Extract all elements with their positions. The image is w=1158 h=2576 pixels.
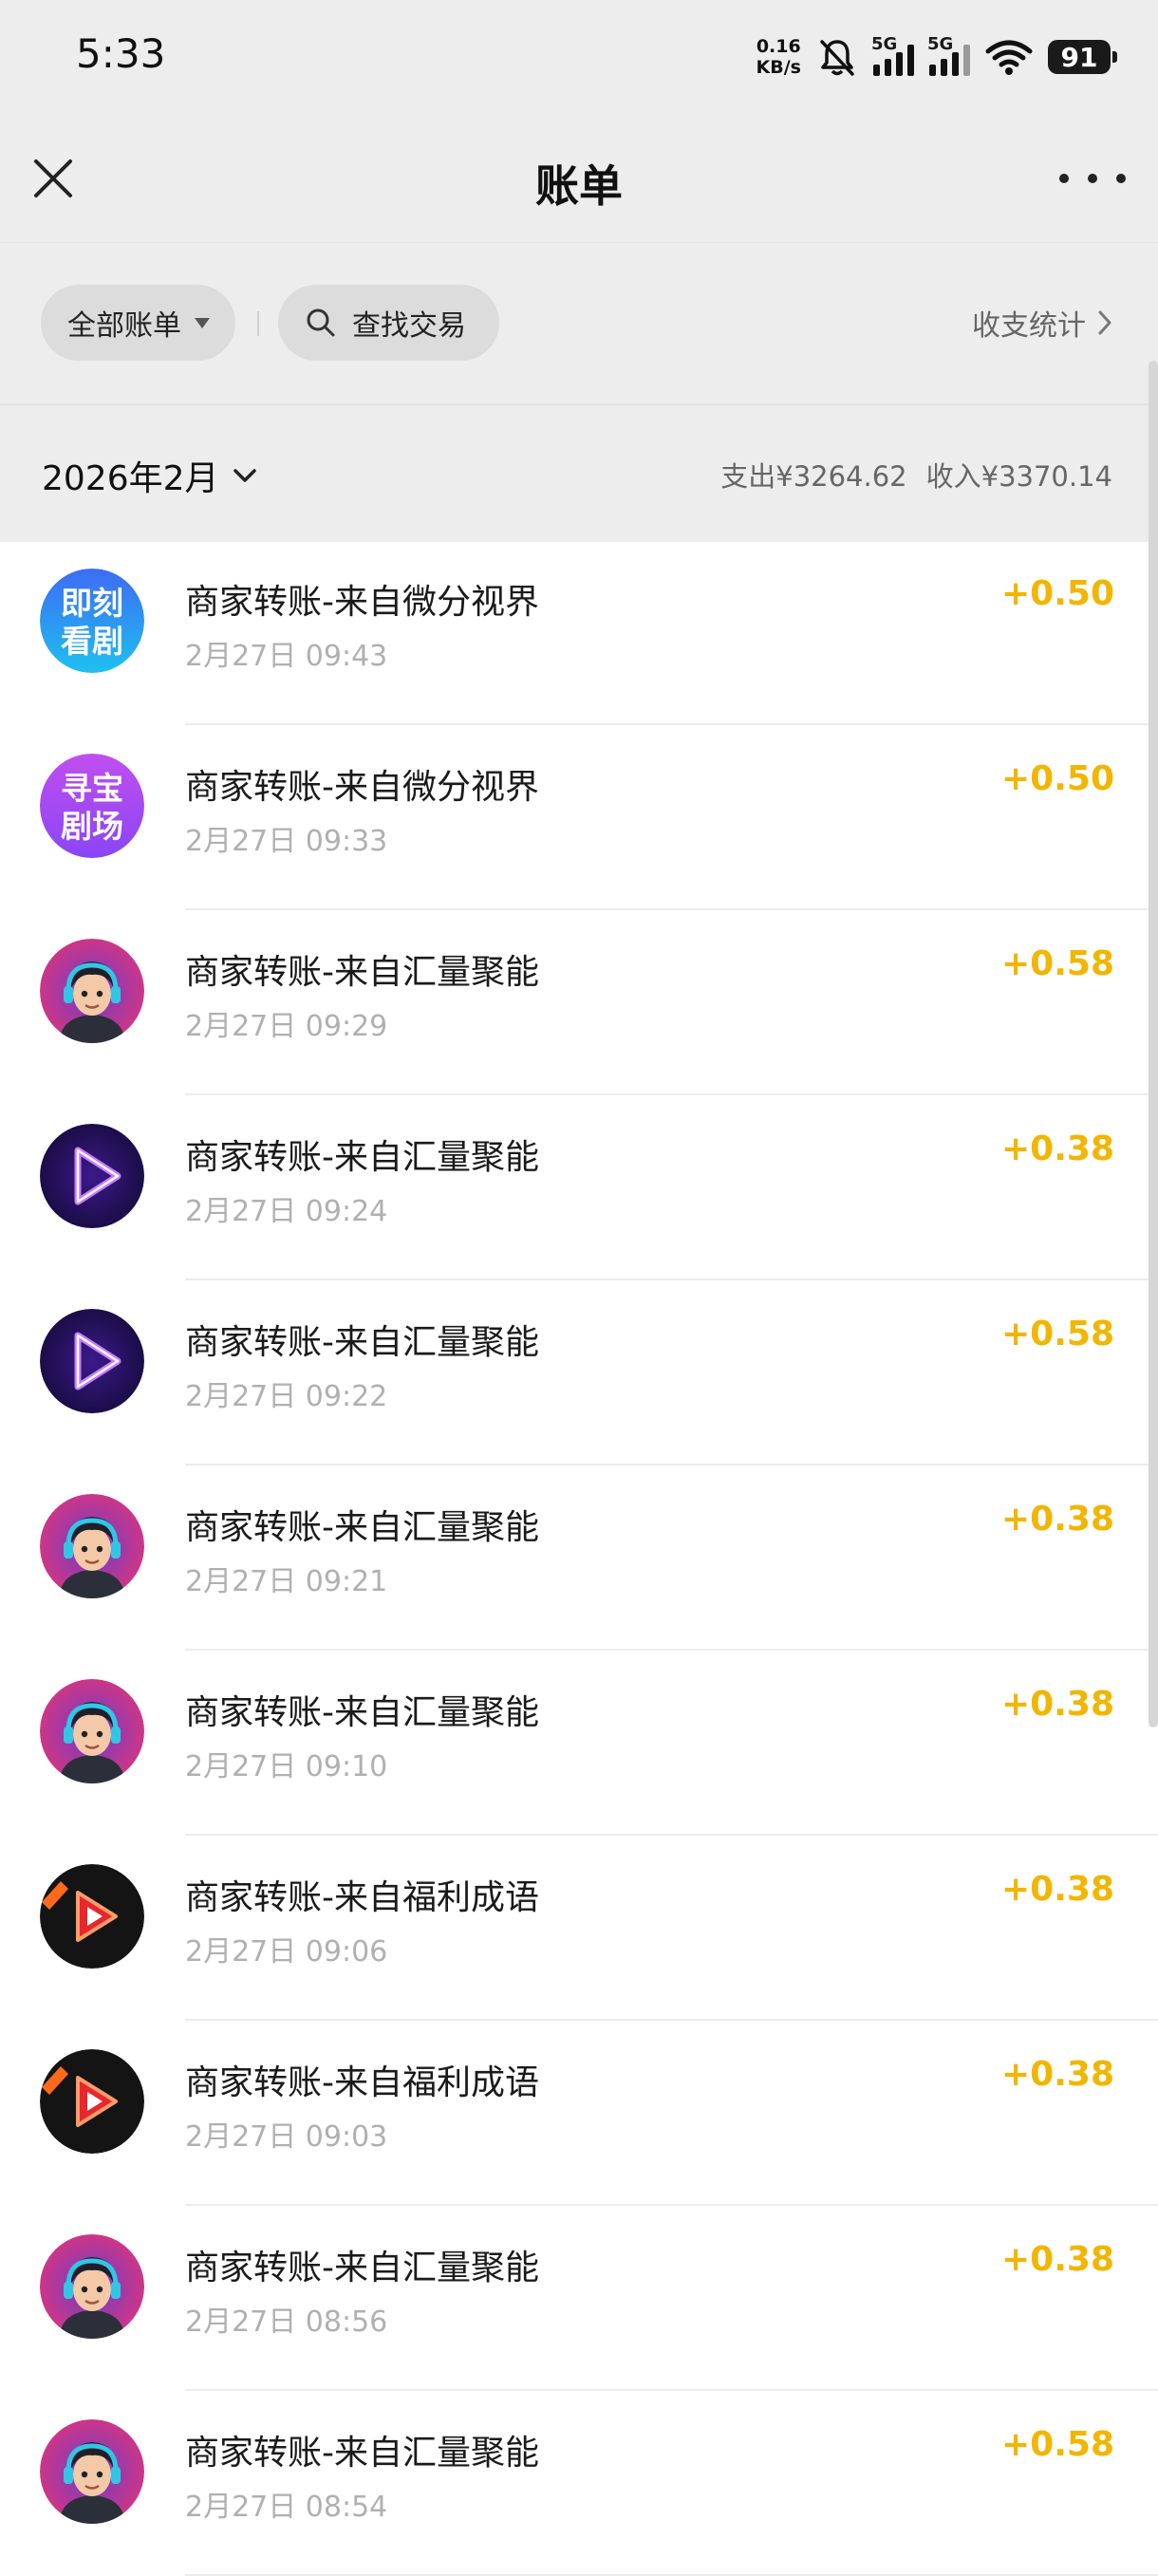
income-expense-stats-link[interactable]: 收支统计 (972, 302, 1112, 344)
transaction-row[interactable]: 即刻 看剧 商家转账-来自微分视界 2月27日 09:43 +0.50 (0, 540, 1158, 725)
transaction-amount: +0.58 (1001, 1315, 1114, 1353)
transaction-time: 2月27日 09:10 (185, 1750, 388, 1783)
page-title: 账单 (535, 160, 623, 212)
chevron-down-icon (233, 469, 256, 482)
income-total: 收入¥3370.14 (925, 460, 1112, 493)
transaction-row[interactable]: 商家转账-来自福利成语 2月27日 09:06 +0.38 (0, 1836, 1158, 2021)
transaction-title: 商家转账-来自汇量聚能 (185, 2249, 539, 2287)
signal-label: 5G (927, 34, 954, 54)
transaction-amount: +0.38 (1001, 1129, 1114, 1168)
transaction-title: 商家转账-来自汇量聚能 (185, 1508, 539, 1547)
merchant-avatar (40, 2419, 144, 2524)
transaction-row[interactable]: 商家转账-来自汇量聚能 2月27日 09:10 +0.38 (0, 1651, 1158, 1836)
month-summary: 支出¥3264.62 收入¥3370.14 (720, 455, 1112, 495)
network-speed: 0.16 KB/s (756, 36, 801, 78)
merchant-avatar (40, 1124, 144, 1228)
chevron-right-icon (1098, 310, 1111, 335)
transaction-time: 2月27日 09:43 (185, 640, 388, 673)
status-icons: 0.16 KB/s 5G 5G 91 (756, 30, 1117, 84)
transaction-title: 商家转账-来自汇量聚能 (185, 953, 539, 992)
transaction-amount: +0.38 (1001, 1685, 1114, 1724)
transaction-row[interactable]: 商家转账-来自汇量聚能 2月27日 08:56 +0.38 (0, 2206, 1158, 2391)
merchant-avatar (40, 1679, 144, 1783)
transaction-row[interactable]: 商家转账-来自汇量聚能 2月27日 09:22 +0.58 (0, 1280, 1158, 1465)
stats-label: 收支统计 (972, 309, 1086, 343)
transaction-amount: +0.38 (1001, 2240, 1114, 2279)
svg-text:即刻: 即刻 (61, 585, 123, 622)
merchant-avatar (40, 939, 144, 1043)
network-speed-value: 0.16 (756, 36, 801, 57)
transaction-row[interactable]: 寻宝 剧场 商家转账-来自微分视界 2月27日 09:33 +0.50 (0, 725, 1158, 910)
svg-text:剧场: 剧场 (61, 808, 123, 845)
transaction-time: 2月27日 08:56 (185, 2305, 388, 2339)
signal-icon: 5G (871, 34, 914, 76)
transaction-time: 2月27日 08:54 (185, 2491, 388, 2524)
more-icon[interactable] (1059, 152, 1126, 205)
svg-text:寻宝: 寻宝 (61, 770, 123, 807)
transaction-amount: +0.58 (1001, 944, 1114, 983)
merchant-avatar (40, 2234, 144, 2339)
transaction-title: 商家转账-来自福利成语 (185, 1878, 539, 1917)
month-header: 2026年2月 支出¥3264.62 收入¥3370.14 (0, 403, 1158, 542)
wifi-icon (985, 40, 1033, 75)
network-speed-unit: KB/s (756, 57, 801, 78)
transaction-title: 商家转账-来自福利成语 (185, 2063, 539, 2102)
transaction-time: 2月27日 09:03 (185, 2120, 388, 2154)
transaction-time: 2月27日 09:22 (185, 1380, 388, 1413)
signal-label: 5G (871, 34, 898, 54)
transaction-list: 即刻 看剧 商家转账-来自微分视界 2月27日 09:43 +0.50 寻宝 剧场 商家转账-… (0, 540, 1158, 2576)
transaction-title: 商家转账-来自汇量聚能 (185, 1323, 539, 1362)
merchant-avatar (40, 1864, 144, 1969)
transaction-time: 2月27日 09:29 (185, 1010, 388, 1043)
merchant-avatar: 即刻 看剧 (40, 569, 144, 673)
transaction-time: 2月27日 09:24 (185, 1195, 388, 1228)
divider (257, 311, 259, 336)
merchant-avatar (40, 1494, 144, 1598)
transaction-amount: +0.58 (1001, 2425, 1114, 2464)
bell-muted-icon (820, 40, 854, 76)
status-time: 5:33 (76, 30, 166, 77)
transaction-title: 商家转账-来自微分视界 (185, 583, 539, 622)
transaction-time: 2月27日 09:33 (185, 825, 388, 858)
search-label: 查找交易 (352, 309, 466, 343)
merchant-avatar: 寻宝 剧场 (40, 754, 144, 858)
transaction-row[interactable]: 商家转账-来自汇量聚能 2月27日 09:29 +0.58 (0, 910, 1158, 1095)
transaction-amount: +0.50 (1001, 574, 1114, 613)
transaction-title: 商家转账-来自汇量聚能 (185, 1693, 539, 1732)
scrollbar[interactable] (1149, 361, 1158, 1727)
transaction-title: 商家转账-来自微分视界 (185, 768, 539, 807)
transaction-amount: +0.38 (1001, 1870, 1114, 1909)
transaction-row[interactable]: 商家转账-来自汇量聚能 2月27日 09:24 +0.38 (0, 1095, 1158, 1280)
filter-bar: 全部账单 查找交易 收支统计 (0, 242, 1158, 404)
transaction-time: 2月27日 09:21 (185, 1565, 388, 1598)
transaction-title: 商家转账-来自汇量聚能 (185, 1138, 539, 1177)
battery-icon: 91 (1048, 40, 1117, 74)
expense-total: 支出¥3264.62 (720, 460, 907, 493)
transaction-title: 商家转账-来自汇量聚能 (185, 2434, 539, 2473)
month-selector[interactable]: 2026年2月 (42, 451, 257, 500)
transaction-row[interactable]: 商家转账-来自福利成语 2月27日 09:03 +0.38 (0, 2021, 1158, 2206)
svg-text:看剧: 看剧 (61, 623, 123, 660)
transaction-row[interactable]: 商家转账-来自汇量聚能 2月27日 08:54 +0.58 (0, 2391, 1158, 2576)
status-bar: 5:33 0.16 KB/s 5G 5G 91 (0, 0, 1158, 114)
signal-icon: 5G (927, 34, 970, 76)
search-transactions-button[interactable]: 查找交易 (278, 285, 499, 361)
caret-down-icon (195, 317, 210, 328)
month-label: 2026年2月 (42, 459, 219, 498)
transaction-amount: +0.50 (1001, 759, 1114, 798)
transaction-amount: +0.38 (1001, 1500, 1114, 1539)
all-bills-filter-button[interactable]: 全部账单 (41, 285, 235, 361)
search-icon (307, 308, 335, 337)
transaction-time: 2月27日 09:06 (185, 1935, 388, 1969)
all-bills-label: 全部账单 (67, 309, 181, 343)
merchant-avatar (40, 2049, 144, 2154)
transaction-row[interactable]: 商家转账-来自汇量聚能 2月27日 09:21 +0.38 (0, 1465, 1158, 1651)
title-bar: 账单 (0, 114, 1158, 242)
merchant-avatar (40, 1309, 144, 1413)
transaction-amount: +0.38 (1001, 2055, 1114, 2094)
